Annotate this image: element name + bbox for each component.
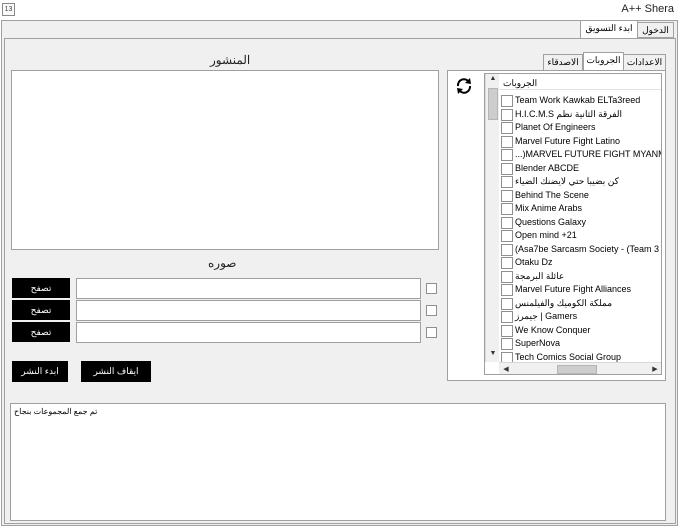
group-checkbox[interactable] bbox=[501, 324, 513, 337]
list-item[interactable]: عائلة البرمجة bbox=[499, 270, 659, 283]
groups-column-header-label: الجروبات bbox=[503, 78, 538, 88]
group-checkbox[interactable] bbox=[501, 176, 513, 188]
list-item[interactable]: Blender ABCDE bbox=[499, 162, 659, 175]
tab-friends[interactable]: الاصدقاء bbox=[543, 54, 583, 70]
browse-button-2[interactable]: تصفح bbox=[12, 300, 70, 320]
list-item[interactable]: ...)MARVEL FUTURE FIGHT MYANMAR bbox=[499, 148, 662, 161]
group-checkbox[interactable] bbox=[501, 338, 513, 350]
list-item[interactable]: H.I.C.M.S الفرقة الثانية نظم bbox=[499, 108, 659, 121]
image-checkbox-3[interactable] bbox=[426, 327, 437, 338]
window-title: A++ Shera bbox=[621, 3, 674, 15]
group-name: Questions Galaxy bbox=[515, 216, 587, 227]
list-item[interactable]: Planet Of Engineers bbox=[499, 121, 659, 134]
group-checkbox[interactable] bbox=[501, 189, 513, 202]
group-checkbox[interactable] bbox=[501, 297, 513, 310]
list-item[interactable]: Behind The Scene bbox=[499, 189, 659, 202]
group-name: Planet Of Engineers bbox=[515, 122, 596, 132]
group-checkbox[interactable] bbox=[501, 257, 513, 269]
list-item[interactable]: Open mind +21 bbox=[499, 229, 659, 242]
group-name: We Know Conquer bbox=[515, 324, 591, 335]
list-item[interactable]: We Know Conquer bbox=[499, 324, 659, 337]
start-posting-button[interactable]: ابدء النشر bbox=[12, 361, 68, 382]
scroll-thumb[interactable] bbox=[488, 88, 498, 120]
group-name: عائلة البرمجة bbox=[515, 270, 565, 281]
list-item[interactable]: Team Work Kawkab ELTa3reed bbox=[499, 94, 659, 107]
group-name: Marvel Future Fight Latino bbox=[515, 135, 621, 146]
group-name: Team Work Kawkab ELTa3reed bbox=[515, 95, 641, 105]
tab-start-marketing[interactable]: ابدء التسويق bbox=[580, 20, 638, 39]
group-checkbox[interactable] bbox=[501, 270, 513, 283]
list-item[interactable]: مملكة الكوميك والفيلمنس bbox=[499, 297, 659, 310]
list-item[interactable]: جيمرز | Gamers bbox=[499, 310, 659, 323]
groups-vertical-scrollbar[interactable]: ▲ ▼ bbox=[485, 74, 499, 362]
group-checkbox[interactable] bbox=[501, 230, 513, 242]
image-path-input-1[interactable] bbox=[76, 278, 421, 299]
image-checkbox-2[interactable] bbox=[426, 305, 437, 316]
group-checkbox[interactable] bbox=[501, 216, 513, 229]
group-checkbox[interactable] bbox=[501, 162, 513, 175]
list-item[interactable]: Mix Anime Arabs bbox=[499, 202, 659, 215]
group-name: H.I.C.M.S الفرقة الثانية نظم bbox=[515, 108, 623, 119]
image-path-input-2[interactable] bbox=[76, 300, 421, 321]
status-log[interactable]: تم جمع المجموعات بنجاح bbox=[10, 403, 666, 521]
tab-settings[interactable]: الاعدادات bbox=[623, 54, 666, 70]
list-item[interactable]: Marvel Future Fight Alliances bbox=[499, 283, 659, 296]
list-item[interactable]: Questions Galaxy bbox=[499, 216, 659, 229]
group-checkbox[interactable] bbox=[501, 108, 513, 121]
group-name: Mix Anime Arabs bbox=[515, 203, 583, 213]
tab-groups[interactable]: الجروبات bbox=[583, 52, 624, 71]
scroll-up-icon[interactable]: ▲ bbox=[486, 75, 500, 82]
list-item[interactable]: SuperNova bbox=[499, 337, 659, 350]
scroll-h-thumb[interactable] bbox=[557, 365, 597, 374]
group-name: مملكة الكوميك والفيلمنس bbox=[515, 297, 613, 308]
group-checkbox[interactable] bbox=[501, 284, 513, 296]
browse-button-1[interactable]: تصفح bbox=[12, 278, 70, 298]
group-checkbox[interactable] bbox=[501, 95, 513, 107]
image-checkbox-1[interactable] bbox=[426, 283, 437, 294]
group-name: ...)MARVEL FUTURE FIGHT MYANMAR bbox=[515, 149, 662, 159]
post-textarea[interactable] bbox=[11, 70, 439, 250]
app-icon[interactable]: 13 bbox=[2, 3, 15, 16]
groups-items: Team Work Kawkab ELTa3reed H.I.C.M.S الف… bbox=[499, 94, 662, 364]
group-name: SuperNova bbox=[515, 338, 561, 348]
group-name: Marvel Future Fight Alliances bbox=[515, 284, 632, 294]
scroll-left-icon[interactable]: ◀ bbox=[501, 365, 511, 373]
post-heading: المنشور bbox=[210, 53, 251, 67]
group-name: Blender ABCDE bbox=[515, 162, 580, 173]
group-checkbox[interactable] bbox=[501, 203, 513, 215]
title-bar: 13 A++ Shera bbox=[0, 0, 680, 20]
stop-posting-button[interactable]: ايقاف النشر bbox=[81, 361, 151, 382]
group-name: جيمرز | Gamers bbox=[515, 311, 578, 321]
scroll-right-icon[interactable]: ▶ bbox=[650, 365, 660, 373]
scroll-down-icon[interactable]: ▼ bbox=[486, 350, 500, 357]
browse-button-3[interactable]: تصفح bbox=[12, 322, 70, 342]
group-name: Open mind +21 bbox=[515, 230, 577, 240]
status-text: تم جمع المجموعات بنجاح bbox=[14, 407, 98, 416]
list-item[interactable]: (Asa7be Sarcasm Society - (Team 3 bbox=[499, 243, 659, 256]
list-item[interactable]: Otaku Dz bbox=[499, 256, 659, 269]
refresh-icon[interactable] bbox=[453, 75, 475, 97]
groups-list[interactable]: ▲ ▼ الجروبات Team Work Kawkab ELTa3reed … bbox=[484, 73, 662, 375]
group-name: (Asa7be Sarcasm Society - (Team 3 bbox=[515, 243, 660, 254]
group-checkbox[interactable] bbox=[501, 311, 513, 323]
group-checkbox[interactable] bbox=[501, 149, 513, 161]
group-name: Tech Comics Social Group bbox=[515, 351, 622, 362]
groups-horizontal-scrollbar[interactable]: ◀ ▶ bbox=[499, 362, 661, 374]
groups-column-header[interactable]: الجروبات bbox=[499, 77, 661, 90]
image-heading: صوره bbox=[208, 256, 237, 270]
group-name: Behind The Scene bbox=[515, 189, 589, 200]
group-checkbox[interactable] bbox=[501, 135, 513, 148]
list-item[interactable]: Marvel Future Fight Latino bbox=[499, 135, 659, 148]
list-item[interactable]: كن بضيبا حتي لايضنك الضياء bbox=[499, 175, 659, 188]
tab-login[interactable]: الدخول bbox=[637, 22, 674, 38]
image-path-input-3[interactable] bbox=[76, 322, 421, 343]
group-name: Otaku Dz bbox=[515, 257, 553, 267]
group-checkbox[interactable] bbox=[501, 122, 513, 134]
group-checkbox[interactable] bbox=[501, 243, 513, 256]
group-name: كن بضيبا حتي لايضنك الضياء bbox=[515, 176, 619, 186]
